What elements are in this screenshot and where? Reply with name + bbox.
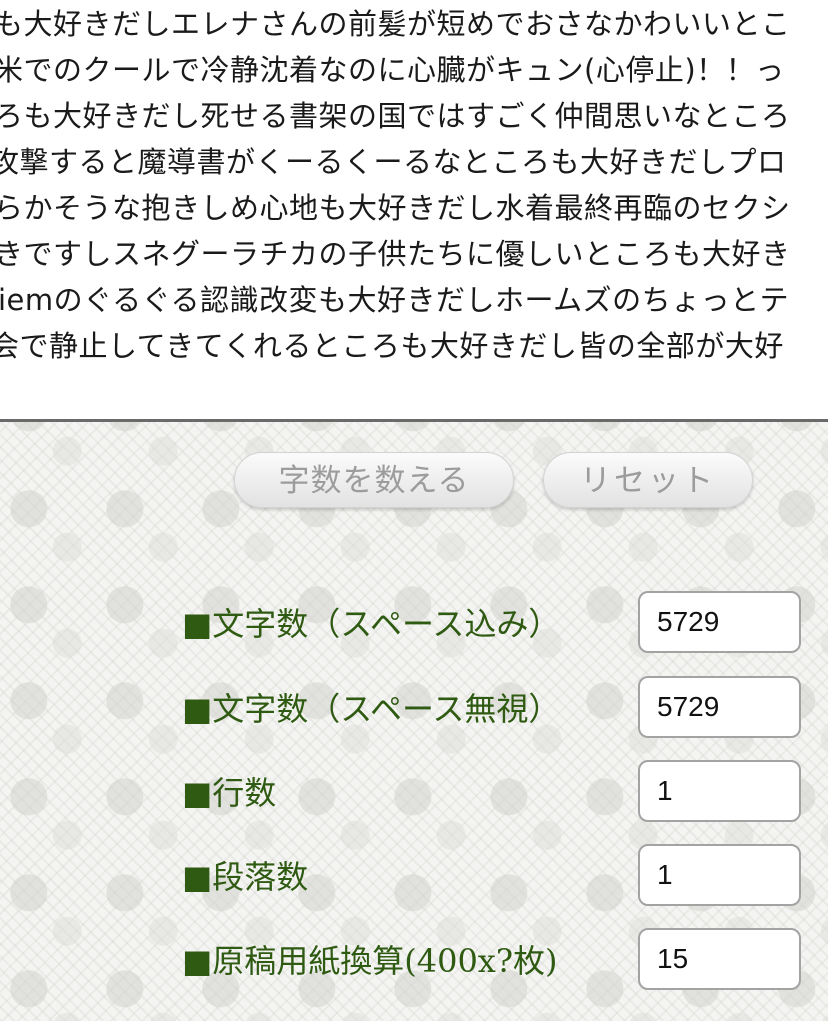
stat-label: ■原稿用紙換算(400x?枚) xyxy=(182,942,558,980)
chars-without-spaces-field[interactable]: 5729 xyxy=(638,676,801,738)
text-line: 米でのクールで冷静沈着なのに心臓がキュン(心停止)！！っ xyxy=(0,53,785,87)
text-line: iemのぐるぐる認識改変も大好きだしホームズのちょっとテ xyxy=(0,283,790,317)
text-line: ろも大好きだし死せる書架の国ではすごく仲間思いなところ xyxy=(0,99,791,133)
text-line: 会で静止してきてくれるところも大好きだし皆の全部が大好 xyxy=(0,329,784,363)
stat-row-chars-with-spaces: ■文字数（スペース込み） 5729 xyxy=(0,591,828,655)
stat-label: ■段落数 xyxy=(182,858,309,896)
stat-row-manuscript-pages: ■原稿用紙換算(400x?枚) 15 xyxy=(0,928,828,992)
manuscript-pages-field[interactable]: 15 xyxy=(638,928,801,990)
stat-label: ■行数 xyxy=(182,774,277,812)
text-line: らかそうな抱きしめ心地も大好きだし水着最終再臨のセクシ xyxy=(0,191,791,225)
stat-label: ■文字数（スペース無視） xyxy=(182,690,561,728)
paragraph-count-field[interactable]: 1 xyxy=(638,844,801,906)
chars-with-spaces-field[interactable]: 5729 xyxy=(638,591,801,653)
count-characters-button[interactable]: 字数を数える xyxy=(234,452,514,508)
reset-button[interactable]: リセット xyxy=(543,452,753,508)
text-line: きですしスネグーラチカの子供たちに優しいところも大好き xyxy=(0,237,791,271)
text-input-area[interactable]: も大好きだしエレナさんの前髪が短めでおさなかわいいとこ 米でのクールで冷静沈着な… xyxy=(0,0,828,422)
text-line: も大好きだしエレナさんの前髪が短めでおさなかわいいとこ xyxy=(0,7,791,41)
stat-row-line-count: ■行数 1 xyxy=(0,760,828,824)
stat-row-paragraph-count: ■段落数 1 xyxy=(0,844,828,908)
line-count-field[interactable]: 1 xyxy=(638,760,801,822)
stat-label: ■文字数（スペース込み） xyxy=(182,605,561,643)
stat-row-chars-without-spaces: ■文字数（スペース無視） 5729 xyxy=(0,676,828,740)
text-line: 攻撃すると魔導書がくーるくーるなところも大好きだしプロ xyxy=(0,145,787,179)
